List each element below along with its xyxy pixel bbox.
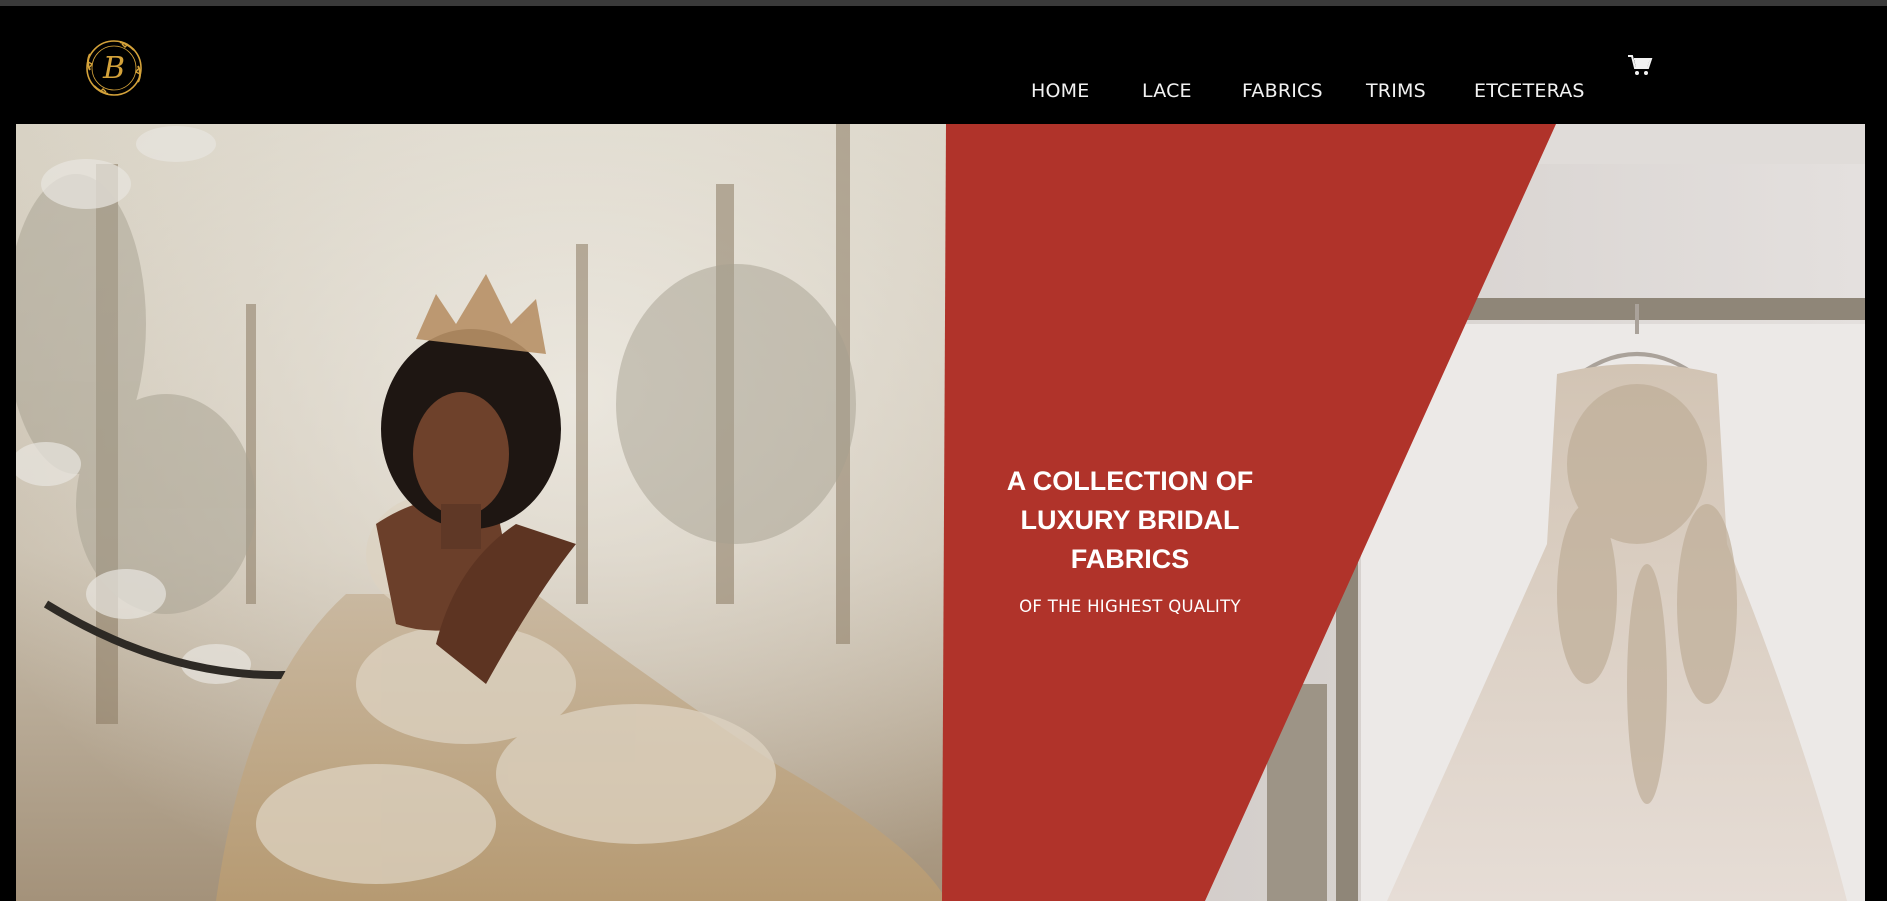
headline-line-3: FABRICS — [1070, 544, 1190, 574]
headline-line-1: A COLLECTION OF — [1006, 466, 1254, 496]
nav-fabrics[interactable]: FABRICS — [1242, 80, 1323, 102]
brand-logo[interactable]: B — [80, 34, 148, 102]
red-accent-panel — [942, 124, 1556, 901]
nav-trims[interactable]: TRIMS — [1366, 80, 1426, 102]
headline-line-2: LUXURY BRIDAL — [1020, 505, 1240, 535]
cart-icon[interactable] — [1627, 53, 1653, 77]
hero-banner: A COLLECTION OF LUXURY BRIDAL FABRICS OF… — [16, 124, 1865, 901]
nav-lace[interactable]: LACE — [1142, 80, 1192, 102]
site-header: B HOME LACE FABRICS TRIMS ETCETERAS — [0, 6, 1887, 124]
logo-letter: B — [102, 51, 125, 86]
hero-subheadline: OF THE HIGHEST QUALITY — [1019, 597, 1241, 616]
hero-headline: A COLLECTION OF LUXURY BRIDAL FABRICS — [970, 462, 1290, 579]
nav-etceteras[interactable]: ETCETERAS — [1474, 80, 1585, 102]
nav-home[interactable]: HOME — [1031, 80, 1089, 102]
